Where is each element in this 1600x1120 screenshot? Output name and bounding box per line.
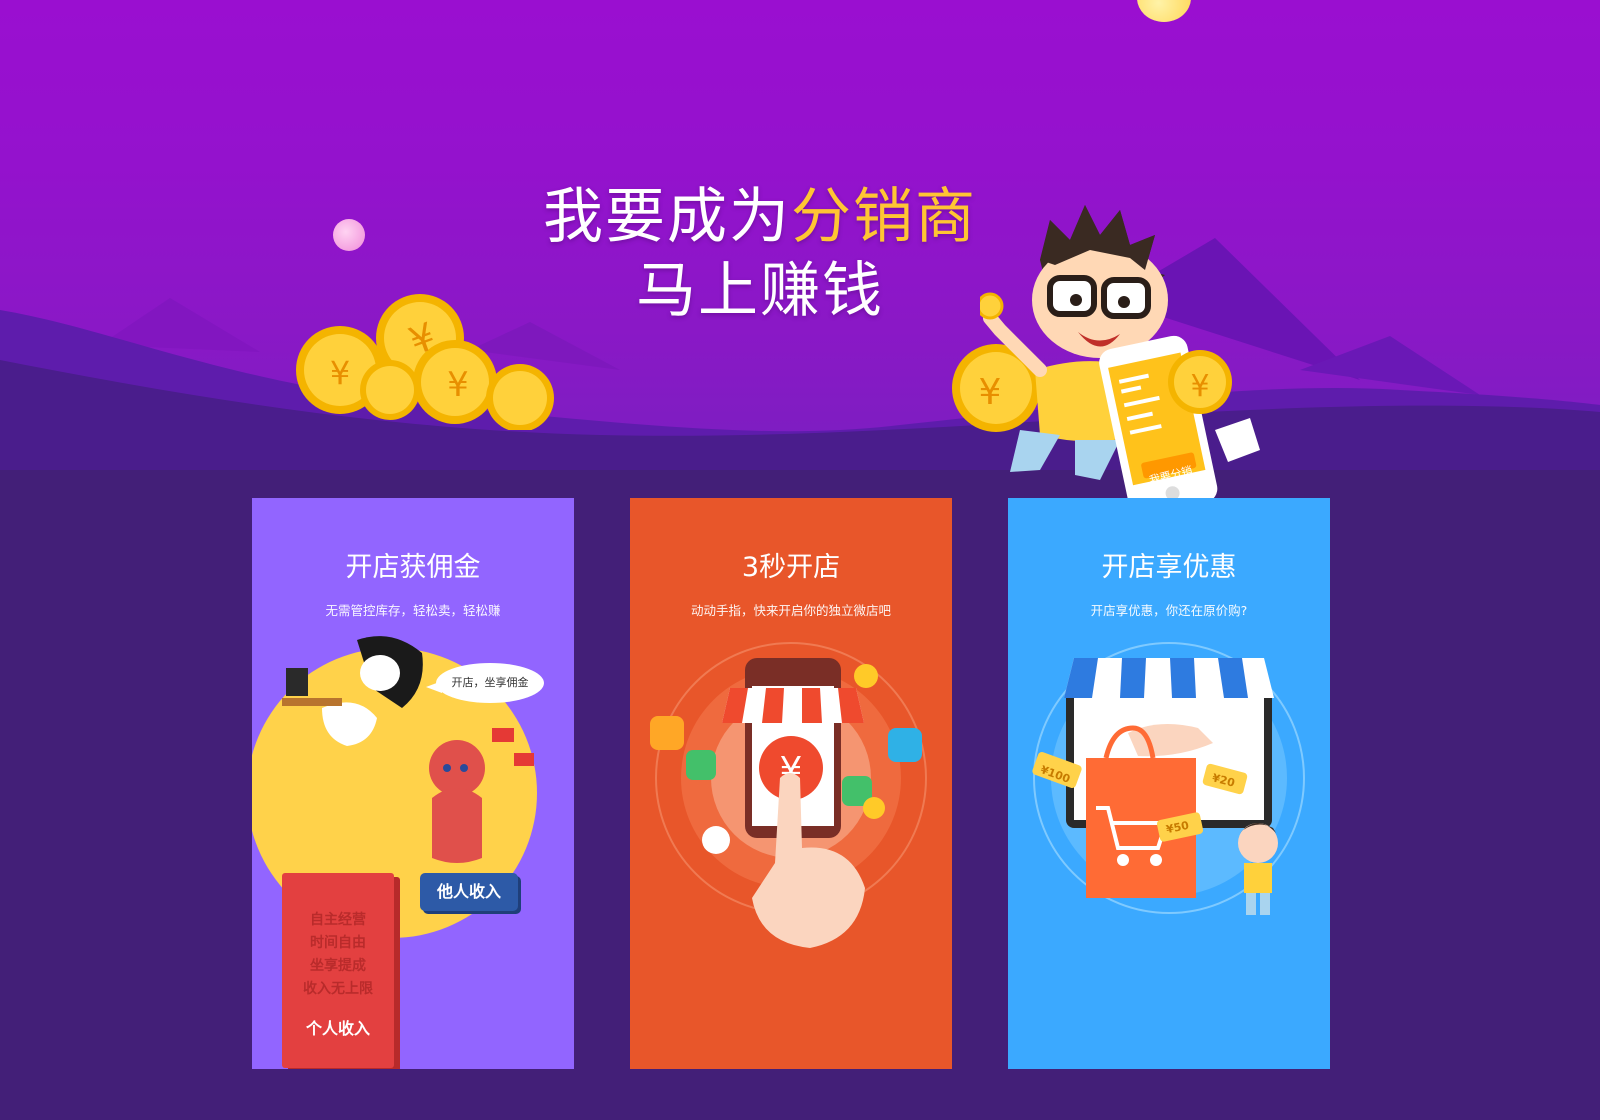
card-title: 开店获佣金 [345,552,481,583]
svg-text:¥: ¥ [330,354,350,392]
feature-card-commission[interactable]: 开店获佣金 无需管控库存，轻松卖，轻松赚 开店，坐享佣金 自主经营 时间自由 坐 [252,498,574,1069]
mascot-character: ¥ [980,205,1260,516]
speech-bubble: 开店，坐享佣金 [426,663,544,703]
headline-prefix: 我要成为 [543,182,791,252]
card-illustration: ¥100 ¥20 ¥50 [1008,628,1330,1069]
quick-store-illustration: ¥ [650,642,927,948]
card-illustration: ¥ [630,628,952,1069]
personal-income-block: 自主经营 时间自由 坐享提成 收入无上限 个人收入 [282,873,394,1068]
svg-text:¥: ¥ [447,365,469,405]
card-illustration: 开店，坐享佣金 自主经营 时间自由 坐享提成 收入无上限 个人收入 他人收入 [252,628,574,1069]
benefit-item: 收入无上限 [303,981,373,997]
card-subtitle: 开店享优惠，你还在原价购? [1090,603,1248,618]
headline-highlight: 分销商 [791,182,977,252]
benefit-item: 坐享提成 [310,958,366,974]
card-title: 开店享优惠 [1101,552,1237,583]
feature-card-quick-store[interactable]: 3秒开店 动动手指，快来开启你的独立微店吧 ¥ [630,498,952,1069]
card-subtitle: 无需管控库存，轻松卖，轻松赚 [325,603,501,618]
benefit-item: 自主经营 [310,912,366,928]
feature-card-discount[interactable]: 开店享优惠 开店享优惠，你还在原价购? ¥100 ¥20 ¥50 [1008,498,1330,1069]
benefit-list: 自主经营 时间自由 坐享提成 收入无上限 [282,909,394,1001]
personal-income-label: 个人收入 [305,1019,370,1038]
card-subtitle: 动动手指，快来开启你的独立微店吧 [690,603,891,618]
hero-banner: ¥ ¥ ¥ ¥ 我要成为分销商 马上赚钱 [0,0,1600,470]
benefit-item: 时间自由 [310,935,366,951]
discount-illustration [1032,642,1305,915]
headline-line-1: 我要成为分销商 [0,180,1520,254]
svg-text:¥: ¥ [1190,369,1209,404]
hero-headline: 我要成为分销商 马上赚钱 [0,180,1520,328]
others-income-label: 他人收入 [420,873,518,911]
card-title: 3秒开店 [741,552,841,583]
headline-line-2: 马上赚钱 [636,256,884,326]
